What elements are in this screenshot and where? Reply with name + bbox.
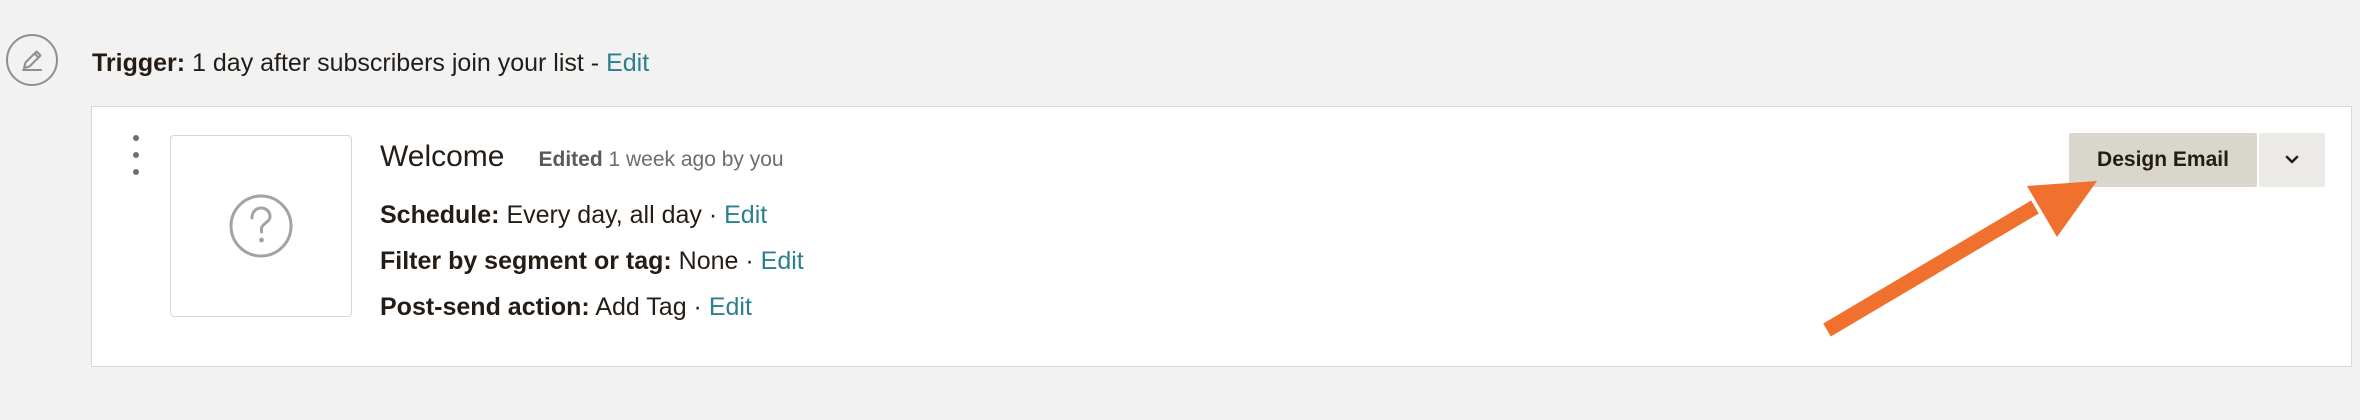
design-email-button[interactable]: Design Email: [2069, 133, 2257, 187]
edited-info: Edited 1 week ago by you: [538, 140, 783, 180]
filter-value: None ·: [678, 247, 754, 275]
email-title: Welcome: [380, 140, 505, 173]
trigger-label: Trigger:: [92, 49, 186, 77]
filter-row: Filter by segment or tag: None · Edit: [380, 244, 804, 278]
filter-label: Filter by segment or tag:: [380, 247, 672, 275]
trigger-text: 1 day after subscribers join your list -: [192, 49, 600, 77]
edited-label: Edited: [538, 148, 603, 171]
email-title-row: Welcome Edited 1 week ago by you: [380, 137, 784, 177]
post-send-edit-link[interactable]: Edit: [709, 293, 752, 321]
trigger-line: Trigger: 1 day after subscribers join yo…: [92, 46, 649, 80]
dropdown-toggle-button[interactable]: [2259, 133, 2325, 187]
email-thumbnail[interactable]: [170, 135, 352, 317]
pencil-icon: [6, 34, 58, 86]
filter-edit-link[interactable]: Edit: [761, 247, 804, 275]
post-send-row: Post-send action: Add Tag · Edit: [380, 290, 752, 324]
question-mark-icon: [229, 194, 293, 258]
schedule-label: Schedule:: [380, 201, 500, 229]
email-card: Welcome Edited 1 week ago by you Schedul…: [91, 106, 2352, 367]
chevron-down-icon: [2285, 155, 2299, 164]
vertical-ellipsis-icon[interactable]: [128, 135, 144, 175]
post-send-label: Post-send action:: [380, 293, 590, 321]
schedule-edit-link[interactable]: Edit: [724, 201, 767, 229]
trigger-edit-link[interactable]: Edit: [606, 49, 649, 77]
edited-text: 1 week ago by you: [608, 148, 784, 171]
schedule-value: Every day, all day ·: [506, 201, 718, 229]
schedule-row: Schedule: Every day, all day · Edit: [380, 198, 767, 232]
post-send-value: Add Tag ·: [595, 293, 702, 321]
